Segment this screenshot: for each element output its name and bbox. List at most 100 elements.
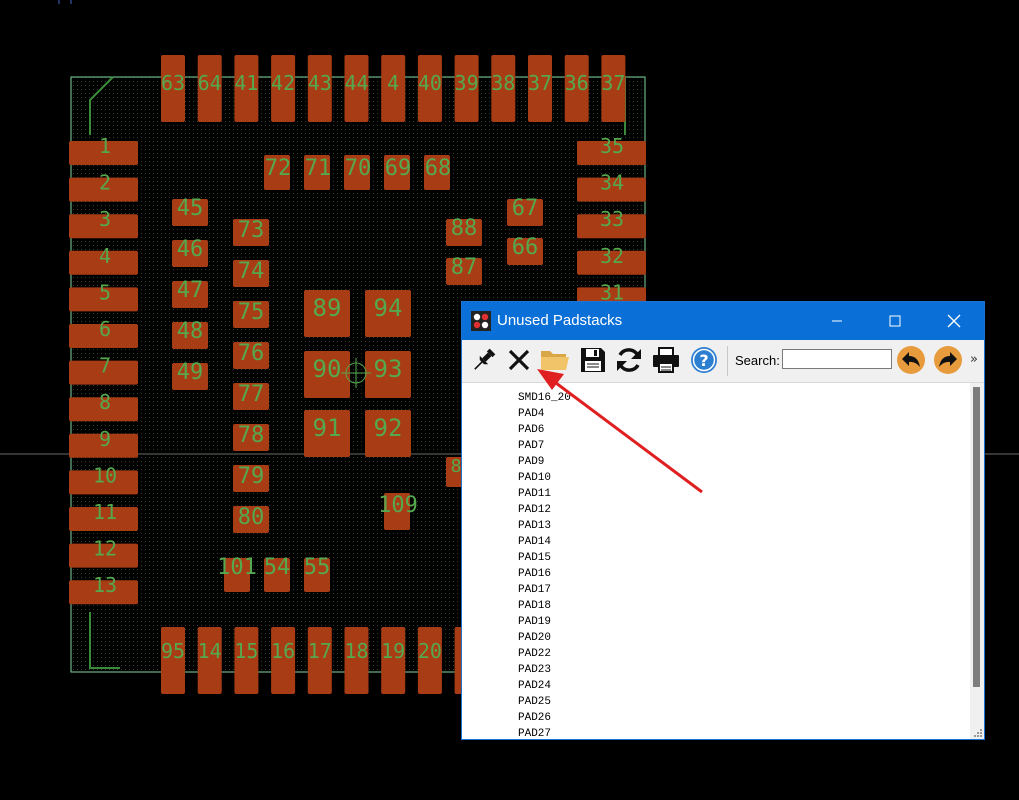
window-titlebar[interactable]: Unused Padstacks — [462, 302, 984, 340]
refresh-button[interactable] — [613, 344, 645, 376]
pin-icon — [474, 348, 496, 370]
pad-label: 34 — [600, 171, 624, 195]
pad-label: 77 — [238, 382, 265, 407]
toolbar-overflow-button[interactable]: » — [970, 352, 978, 367]
pad-label: 5 — [99, 280, 111, 304]
open-folder-button[interactable] — [539, 344, 571, 376]
list-item[interactable]: PAD7 — [518, 439, 544, 453]
pad-label: 16 — [271, 639, 295, 663]
list-item[interactable]: PAD17 — [518, 583, 551, 597]
toolbar-separator — [727, 346, 728, 376]
save-button[interactable] — [577, 344, 609, 376]
list-item[interactable]: PAD12 — [518, 503, 551, 517]
pad-label: 88 — [451, 216, 478, 241]
print-button[interactable] — [650, 344, 682, 376]
list-item[interactable]: PAD20 — [518, 631, 551, 645]
pad-label: 11 — [93, 500, 117, 524]
list-item[interactable]: PAD15 — [518, 551, 551, 565]
pad-label: 49 — [177, 360, 204, 385]
pad-label: 1 — [99, 134, 111, 158]
pad-label: 35 — [600, 134, 624, 158]
pad-label: 78 — [238, 423, 265, 448]
list-item[interactable]: PAD13 — [518, 519, 551, 533]
pad-label: 43 — [308, 71, 332, 95]
pad-label: 42 — [271, 71, 295, 95]
pad-label: 12 — [93, 537, 117, 561]
pad-label: 93 — [374, 355, 403, 383]
close-button[interactable] — [931, 302, 977, 340]
list-item[interactable]: PAD23 — [518, 663, 551, 677]
forward-button[interactable] — [932, 344, 964, 376]
pad-label: 39 — [455, 71, 479, 95]
pad-label: 64 — [198, 71, 222, 95]
back-arrow-icon — [897, 346, 925, 374]
pad-label: 71 — [305, 156, 332, 181]
minimize-button[interactable] — [814, 302, 860, 340]
list-item[interactable]: PAD18 — [518, 599, 551, 613]
pad-label: 36 — [565, 71, 589, 95]
app-icon — [471, 311, 491, 331]
pad-label: 73 — [238, 218, 265, 243]
list-item[interactable]: PAD27 — [518, 727, 551, 739]
list-item[interactable]: PAD24 — [518, 679, 551, 693]
pad-label: 20 — [418, 639, 442, 663]
list-item[interactable]: PAD22 — [518, 647, 551, 661]
save-icon — [581, 348, 605, 372]
list-item[interactable]: PAD11 — [518, 487, 551, 501]
pad-label: 47 — [177, 278, 204, 303]
pad-label: 40 — [418, 71, 442, 95]
list-item[interactable]: PAD14 — [518, 535, 551, 549]
unused-padstacks-window[interactable]: Unused Padstacks ? Search: » SMD16_20 PA… — [461, 301, 985, 740]
pad-label: 45 — [177, 196, 204, 221]
svg-text:?: ? — [699, 351, 708, 370]
vertical-scrollbar[interactable] — [970, 383, 984, 739]
list-item[interactable]: SMD16_20 — [518, 391, 571, 405]
pin-button[interactable] — [468, 344, 500, 376]
delete-button[interactable] — [503, 344, 535, 376]
pad-label: 17 — [308, 639, 332, 663]
list-item[interactable]: PAD19 — [518, 615, 551, 629]
list-item[interactable]: PAD25 — [518, 695, 551, 709]
pad-label: 94 — [374, 294, 403, 322]
pad-label: 44 — [344, 71, 368, 95]
pad-label: 91 — [313, 414, 342, 442]
list-item[interactable]: PAD4 — [518, 407, 544, 421]
list-item[interactable]: PAD9 — [518, 455, 544, 469]
pad-label: 75 — [238, 300, 265, 325]
pad-label: 13 — [93, 573, 117, 597]
back-button[interactable] — [895, 344, 927, 376]
pad-label: 69 — [385, 156, 412, 181]
pad-label: 10 — [93, 463, 117, 487]
list-item[interactable]: PAD16 — [518, 567, 551, 581]
pad-label: 109 — [378, 493, 418, 518]
list-item[interactable]: PAD10 — [518, 471, 551, 485]
pad-label: 38 — [491, 71, 515, 95]
padstack-list[interactable]: SMD16_20 PAD4 PAD6 PAD7 PAD9 PAD10 PAD11 PAD12 P… — [462, 383, 970, 739]
pad-label: 32 — [600, 244, 624, 268]
pad-label: 4 — [387, 71, 399, 95]
scrollbar-thumb[interactable] — [973, 387, 980, 687]
search-input[interactable] — [782, 349, 892, 369]
help-button[interactable]: ? — [688, 344, 720, 376]
list-item[interactable]: PAD26 — [518, 711, 551, 725]
pad-label: 8 — [99, 390, 111, 414]
window-title: Unused Padstacks — [497, 312, 623, 329]
close-icon — [947, 314, 961, 328]
pad-label: 80 — [238, 505, 265, 530]
pad-label: 95 — [161, 639, 185, 663]
pad-label: 4 — [99, 244, 111, 268]
pad-label: 92 — [374, 414, 403, 442]
pad-label: 41 — [234, 71, 258, 95]
list-item[interactable]: PAD6 — [518, 423, 544, 437]
help-icon: ? — [691, 347, 717, 373]
pad-label: 37 — [601, 71, 625, 95]
maximize-button[interactable] — [872, 302, 918, 340]
pad-label: 63 — [161, 71, 185, 95]
refresh-icon — [617, 348, 641, 372]
toolbar: ? Search: » — [462, 340, 984, 383]
pad-label: 33 — [600, 207, 624, 231]
pad-label: 3 — [99, 207, 111, 231]
resize-grip-icon[interactable] — [973, 728, 983, 738]
pad-label: 9 — [99, 427, 111, 451]
folder-open-icon — [541, 351, 569, 370]
